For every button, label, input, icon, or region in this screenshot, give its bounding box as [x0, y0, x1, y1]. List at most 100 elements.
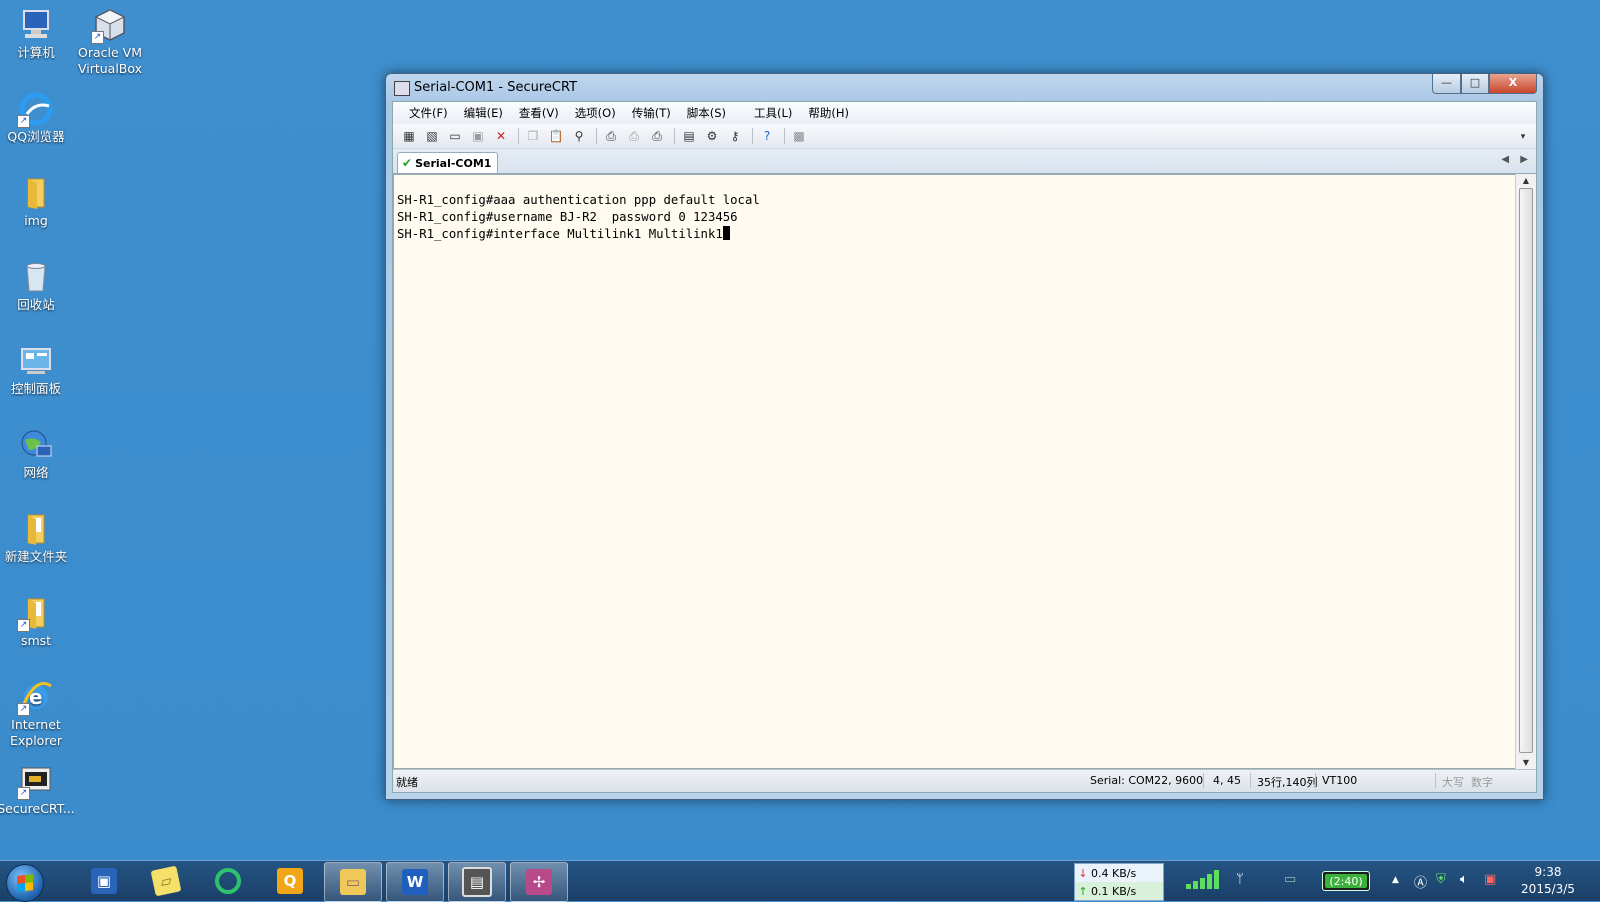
- desktop-icon-virtualbox[interactable]: ↗ Oracle VM VirtualBox: [72, 8, 148, 77]
- minimize-button[interactable]: —: [1432, 74, 1461, 94]
- print-selection-icon[interactable]: ⎙: [624, 127, 644, 145]
- desktop-icon-recycle-bin[interactable]: 回收站: [0, 260, 74, 313]
- disconnect-icon[interactable]: ✕: [491, 127, 511, 145]
- desktop-icon-computer[interactable]: 计算机: [0, 8, 74, 61]
- status-cursor-position: 4, 45: [1213, 774, 1241, 787]
- desktop-icon-label: 回收站: [17, 297, 55, 312]
- desktop-icon-qq-browser[interactable]: ↗ QQ浏览器: [0, 92, 74, 145]
- taskbar-app-dragonfly[interactable]: ✢: [510, 862, 568, 902]
- shortcut-arrow-icon: ↗: [17, 787, 30, 800]
- battery-indicator[interactable]: (2:40): [1322, 871, 1370, 891]
- reconnect-icon[interactable]: ▣: [468, 127, 488, 145]
- paste-icon[interactable]: 📋: [546, 127, 566, 145]
- tab-scroll-right-icon[interactable]: ▶: [1520, 154, 1528, 165]
- desktop-icon-control-panel[interactable]: 控制面板: [0, 344, 74, 397]
- system-clock[interactable]: 9:38 2015/3/5: [1508, 864, 1588, 898]
- global-options-icon[interactable]: ⚙: [702, 127, 722, 145]
- toolbar: ▦ ▧ ▭ ▣ ✕ ❐ 📋 ⚲ ⎙ ⎙ ⎙ ▤ ⚙ ⚷ ? ▩ ▾: [393, 124, 1536, 149]
- scrollbar-thumb[interactable]: [1519, 188, 1533, 753]
- print-setup-icon[interactable]: ⎙: [647, 127, 667, 145]
- terminal-line: SH-R1_config#interface Multilink1 Multil…: [397, 227, 723, 241]
- recycle-bin-icon: [19, 260, 53, 294]
- print-icon[interactable]: ⎙: [601, 127, 621, 145]
- input-method-icon[interactable]: Ⓐ: [1414, 872, 1427, 891]
- taskbar-word[interactable]: W: [386, 862, 444, 902]
- desktop-icon-label: smst: [20, 633, 52, 648]
- keymap-icon[interactable]: ⚷: [725, 127, 745, 145]
- menu-file[interactable]: 文件(F): [401, 105, 456, 121]
- desktop-icon-label: 新建文件夹: [4, 549, 68, 564]
- tab-serial-com1[interactable]: ✔ Serial-COM1: [397, 152, 499, 173]
- desktop-icon-smst[interactable]: ↗ smst: [0, 596, 74, 649]
- terminal-line: SH-R1_config#username BJ-R2 password 0 1…: [397, 210, 738, 224]
- menu-help[interactable]: 帮助(H): [800, 105, 857, 121]
- menu-view[interactable]: 查看(V): [511, 105, 567, 121]
- shortcut-arrow-icon: ↗: [17, 115, 30, 128]
- connect-tab-icon[interactable]: ▭: [445, 127, 465, 145]
- menu-tools[interactable]: 工具(L): [746, 105, 800, 121]
- upload-arrow-icon: ↑: [1078, 884, 1088, 898]
- taskbar-securecrt[interactable]: ▤: [448, 862, 506, 902]
- menu-transfer[interactable]: 传输(T): [624, 105, 679, 121]
- scroll-down-arrow-icon[interactable]: ▼: [1516, 758, 1536, 767]
- virtualbox-icon: ↗: [91, 8, 127, 44]
- clock-time: 9:38: [1534, 865, 1562, 879]
- desktop-icon-label-2: Explorer: [9, 733, 63, 748]
- help-icon[interactable]: ?: [757, 127, 777, 145]
- scroll-up-arrow-icon[interactable]: ▲: [1516, 176, 1536, 185]
- clock-date: 2015/3/5: [1521, 882, 1575, 896]
- shortcut-arrow-icon: ↗: [91, 31, 104, 44]
- qq-browser-icon: Q: [277, 868, 303, 894]
- desktop-icon-internet-explorer[interactable]: e ↗ Internet Explorer: [0, 680, 74, 749]
- menu-options[interactable]: 选项(O): [567, 105, 624, 121]
- desktop-icon-label: QQ浏览器: [7, 129, 65, 144]
- signal-strength-icon[interactable]: [1184, 869, 1228, 895]
- securecrt-window: Serial-COM1 - SecureCRT — □ X 文件(F) 编辑(E…: [385, 73, 1544, 800]
- status-bar: 就绪 Serial: COM22, 9600 4, 45 35行,140列 VT…: [393, 769, 1536, 792]
- taskbar-browser[interactable]: [200, 862, 256, 900]
- desktop-icon-img-folder[interactable]: img: [0, 176, 74, 229]
- app-icon: [394, 81, 410, 96]
- toolbar-separator: [752, 128, 753, 144]
- keyboard-icon[interactable]: ▭: [1284, 872, 1296, 887]
- terminal-area[interactable]: SH-R1_config#aaa authentication ppp defa…: [393, 174, 1516, 769]
- start-button[interactable]: [6, 864, 44, 902]
- toolbar-overflow-icon[interactable]: ▾: [1513, 128, 1533, 146]
- find-icon[interactable]: ⚲: [569, 127, 589, 145]
- close-button[interactable]: X: [1489, 74, 1537, 94]
- desktop-icon-label: 计算机: [17, 45, 55, 60]
- volume-icon[interactable]: 🔈︎: [1460, 872, 1468, 887]
- network-status-icon[interactable]: ▣: [1484, 872, 1496, 887]
- taskbar-network-app[interactable]: ▣: [76, 862, 132, 900]
- quick-connect-icon[interactable]: ▧: [422, 127, 442, 145]
- shortcut-arrow-icon: ↗: [17, 619, 30, 632]
- desktop-icon-label-2: VirtualBox: [77, 61, 143, 76]
- desktop-icon-new-folder[interactable]: 新建文件夹: [0, 512, 74, 565]
- copy-icon[interactable]: ❐: [523, 127, 543, 145]
- taskbar-qq-browser[interactable]: Q: [262, 862, 318, 900]
- securecrt-icon: ↗: [17, 764, 53, 800]
- desktop-icon-securecrt[interactable]: ↗ SecureCRT...: [0, 764, 75, 817]
- control-panel-icon: [19, 344, 53, 378]
- connect-icon[interactable]: ▦: [399, 127, 419, 145]
- network-computer-icon: ▣: [91, 868, 117, 894]
- maximize-button[interactable]: □: [1461, 74, 1489, 94]
- download-arrow-icon: ↓: [1078, 866, 1088, 880]
- internet-explorer-icon: e ↗: [17, 680, 53, 716]
- wireless-antenna-icon[interactable]: ᛘ: [1236, 872, 1244, 887]
- taskbar-file-explorer[interactable]: ▭: [324, 862, 382, 902]
- word-icon: W: [402, 869, 428, 895]
- taskbar-sticky-notes[interactable]: ▱: [138, 862, 194, 900]
- show-hidden-icons-arrow[interactable]: ▲: [1392, 875, 1399, 885]
- window-titlebar[interactable]: Serial-COM1 - SecureCRT — □ X: [386, 74, 1543, 101]
- menu-script[interactable]: 脚本(S): [679, 105, 734, 121]
- status-num-lock: 数字: [1471, 776, 1493, 789]
- sftp-icon[interactable]: ▩: [789, 127, 809, 145]
- vertical-scrollbar[interactable]: ▲ ▼: [1515, 174, 1536, 769]
- desktop-icon-network[interactable]: 网络: [0, 428, 74, 481]
- computer-icon: [19, 8, 53, 42]
- session-options-icon[interactable]: ▤: [679, 127, 699, 145]
- menu-edit[interactable]: 编辑(E): [456, 105, 511, 121]
- security-shield-icon[interactable]: ⛨: [1436, 872, 1446, 887]
- tab-scroll-left-icon[interactable]: ◀: [1501, 154, 1509, 165]
